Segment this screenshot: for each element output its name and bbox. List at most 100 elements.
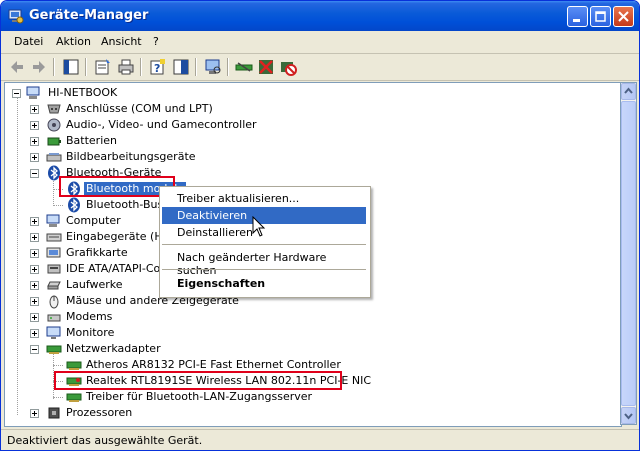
speaker-icon xyxy=(47,118,61,132)
menu-item-scan-hardware[interactable]: Nach geänderter Hardware suchen xyxy=(162,249,366,277)
expand-icon[interactable] xyxy=(30,121,39,130)
menu-separator xyxy=(162,244,366,245)
arrow-down-icon xyxy=(624,413,633,420)
tree-line xyxy=(53,353,55,399)
tree-line xyxy=(53,189,63,191)
network-adapter-icon xyxy=(66,377,82,386)
scroll-up-button[interactable] xyxy=(621,83,636,100)
expand-icon[interactable] xyxy=(30,217,39,226)
tree-item-label: Netzwerkadapter xyxy=(66,342,161,355)
expand-icon[interactable] xyxy=(30,137,39,146)
tree-line xyxy=(53,381,63,383)
tree-item-label: Atheros AR8132 PCI-E Fast Ethernet Contr… xyxy=(86,358,341,371)
forward-icon[interactable] xyxy=(29,57,49,77)
expand-icon[interactable] xyxy=(30,105,39,114)
tree-line xyxy=(17,93,19,415)
tree-line xyxy=(53,178,55,206)
tree-item-label: IDE ATA/ATAPI-Con xyxy=(66,262,168,275)
tree-item-label: Treiber für Bluetooth-LAN-Zugangsserver xyxy=(86,390,313,403)
expand-icon[interactable] xyxy=(30,313,39,322)
title-bar[interactable]: Geräte-Manager xyxy=(1,1,639,31)
context-menu: Treiber aktualisieren... Deaktivieren De… xyxy=(159,186,371,298)
minimize-button[interactable] xyxy=(567,6,588,27)
menu-ansicht[interactable]: Ansicht xyxy=(101,35,142,48)
tree-item-label: Batterien xyxy=(66,134,117,147)
toolbar-separator xyxy=(140,58,142,76)
bluetooth-icon xyxy=(48,165,60,181)
tree-item-label: Bildbearbeitungsgeräte xyxy=(66,150,196,163)
tree-root-label: HI-NETBOOK xyxy=(48,86,118,99)
device-manager-icon xyxy=(8,9,24,24)
monitor-icon xyxy=(46,326,61,339)
print-icon[interactable] xyxy=(116,57,136,77)
scroll-down-button[interactable] xyxy=(621,407,636,424)
menu-item-properties[interactable]: Eigenschaften xyxy=(162,275,366,292)
bluetooth-icon xyxy=(68,197,80,213)
arrow-up-icon xyxy=(624,87,633,94)
toolbar-separator xyxy=(195,58,197,76)
toolbar-separator xyxy=(85,58,87,76)
console-tree-icon[interactable] xyxy=(61,57,81,77)
battery-icon xyxy=(47,137,61,146)
expand-icon[interactable] xyxy=(30,409,39,418)
computer-icon xyxy=(46,214,60,227)
tree-item-label: Eingabegeräte (Hur xyxy=(66,230,175,243)
menu-help[interactable]: ? xyxy=(153,35,159,48)
show-hide-icon[interactable] xyxy=(171,57,191,77)
tree-item-label: Realtek RTL8191SE Wireless LAN 802.11n P… xyxy=(86,374,372,387)
toolbar-separator xyxy=(53,58,55,76)
scan-hardware-icon[interactable] xyxy=(203,57,223,77)
window-title: Geräte-Manager xyxy=(29,8,149,23)
menu-item-update-driver[interactable]: Treiber aktualisieren... xyxy=(162,190,366,207)
tree-item-label: Laufwerke xyxy=(66,278,123,291)
tree-item-label: Monitore xyxy=(66,326,115,339)
collapse-icon[interactable] xyxy=(12,89,21,98)
collapse-icon[interactable] xyxy=(30,169,39,178)
expand-icon[interactable] xyxy=(30,153,39,162)
back-icon[interactable] xyxy=(7,57,27,77)
close-button[interactable] xyxy=(613,6,634,27)
mouse-icon xyxy=(49,295,59,309)
port-icon xyxy=(47,104,61,114)
close-icon xyxy=(618,11,629,22)
processor-icon xyxy=(48,407,60,419)
network-adapter-icon xyxy=(66,361,82,370)
tree-line xyxy=(53,205,63,207)
menu-separator xyxy=(162,269,366,270)
update-driver-icon[interactable] xyxy=(234,57,254,77)
expand-icon[interactable] xyxy=(30,281,39,290)
scroll-thumb[interactable] xyxy=(621,101,636,406)
tree-item-label: Bluetooth-Geräte xyxy=(66,166,162,179)
mouse-cursor-icon xyxy=(252,216,266,237)
tree-item-label: Prozessoren xyxy=(66,406,133,419)
help-icon[interactable]: ? xyxy=(148,57,168,77)
expand-icon[interactable] xyxy=(30,265,39,274)
expand-icon[interactable] xyxy=(30,297,39,306)
expand-icon[interactable] xyxy=(30,233,39,242)
status-bar: Deaktiviert das ausgewählte Gerät. xyxy=(1,429,639,450)
svg-text:?: ? xyxy=(154,62,160,75)
network-adapter-icon xyxy=(46,345,62,354)
uninstall-icon[interactable] xyxy=(256,57,276,77)
scanner-icon xyxy=(46,153,62,162)
expand-icon[interactable] xyxy=(30,249,39,258)
tree-item-label: Audio-, Video- und Gamecontroller xyxy=(66,118,257,131)
menu-bar: Datei Aktion Ansicht ? xyxy=(1,31,639,54)
modem-icon xyxy=(47,314,61,322)
maximize-icon xyxy=(595,11,606,22)
menu-datei[interactable]: Datei xyxy=(14,35,43,48)
disable-icon[interactable] xyxy=(278,57,298,77)
maximize-button[interactable] xyxy=(590,6,611,27)
toolbar: ? xyxy=(1,54,639,81)
collapse-icon[interactable] xyxy=(30,345,39,354)
drive-icon xyxy=(47,281,61,290)
menu-aktion[interactable]: Aktion xyxy=(56,35,91,48)
toolbar-separator xyxy=(227,58,229,76)
computer-icon xyxy=(26,86,40,99)
properties-icon[interactable] xyxy=(93,57,113,77)
tree-line xyxy=(53,365,63,367)
expand-icon[interactable] xyxy=(30,329,39,338)
vertical-scrollbar[interactable] xyxy=(620,82,637,425)
network-adapter-icon xyxy=(66,393,82,402)
tree-item-label: Modems xyxy=(66,310,113,323)
